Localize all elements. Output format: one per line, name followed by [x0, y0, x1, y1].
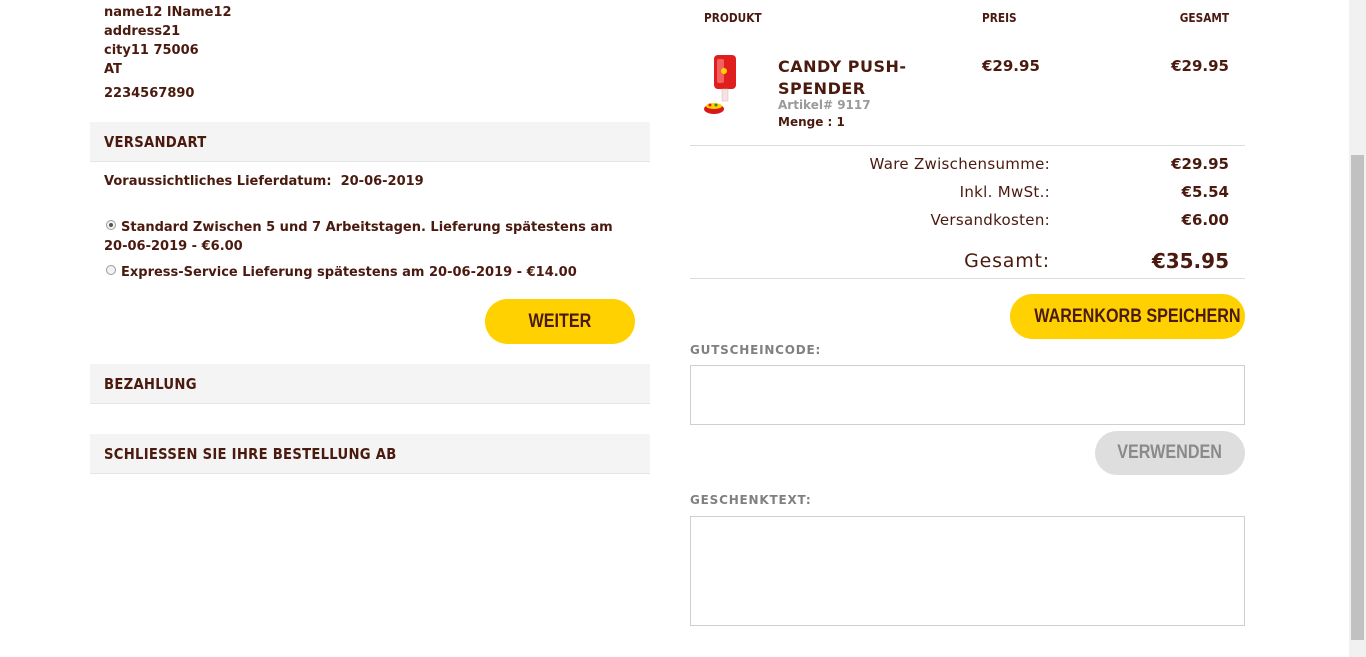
apply-voucher-button[interactable]: VERWENDEN [1095, 431, 1245, 475]
product-quantity: Menge : 1 [778, 115, 845, 129]
shipping-cost-label: Versandkosten: [930, 211, 1050, 229]
vat-label: Inkl. MwSt.: [959, 183, 1050, 201]
delivery-estimate: Voraussichtliches Lieferdatum: 20-06-201… [104, 174, 424, 189]
payment-section-title: BEZAHLUNG [104, 375, 197, 393]
shipping-section-header[interactable]: VERSANDART [90, 122, 650, 162]
subtotal-label: Ware Zwischensumme: [869, 155, 1050, 173]
divider [690, 278, 1245, 279]
page-scrollbar-thumb[interactable] [1351, 155, 1364, 640]
grand-total-label: Gesamt: [964, 250, 1050, 272]
shipping-cost-value: €6.00 [1181, 211, 1229, 229]
payment-section-header[interactable]: BEZAHLUNG [90, 364, 650, 404]
voucher-input[interactable] [690, 365, 1245, 425]
voucher-label: GUTSCHEINCODE: [690, 343, 822, 357]
shipping-express-label[interactable]: Express-Service Lieferung spätestens am … [104, 263, 624, 282]
address-country: AT [104, 62, 122, 77]
divider [690, 145, 1245, 146]
shipping-section-title: VERSANDART [104, 133, 207, 151]
column-header-total: GESAMT [1179, 11, 1229, 25]
save-cart-button[interactable]: WARENKORB SPEICHERN [1010, 294, 1245, 339]
shipping-standard-label[interactable]: Standard Zwischen 5 und 7 Arbeitstagen. … [104, 218, 624, 256]
address-phone: 2234567890 [104, 86, 195, 101]
continue-button[interactable]: WEITER [485, 299, 635, 344]
product-name-line2: SPENDER [778, 79, 866, 98]
vat-value: €5.54 [1181, 183, 1229, 201]
subtotal-value: €29.95 [1171, 155, 1229, 173]
column-header-price: PREIS [982, 11, 1017, 25]
product-line-total: €29.95 [1171, 57, 1229, 75]
gift-text-label: GESCHENKTEXT: [690, 493, 812, 507]
delivery-label: Voraussichtliches Lieferdatum: [104, 174, 332, 189]
candy-push-dispenser-image[interactable] [700, 53, 744, 117]
save-cart-button-label: WARENKORB SPEICHERN [1034, 305, 1241, 327]
product-article-number: Artikel# 9117 [778, 98, 871, 112]
address-city: city11 75006 [104, 43, 199, 58]
complete-order-section-header[interactable]: SCHLIESSEN SIE IHRE BESTELLUNG AB [90, 434, 650, 474]
delivery-date: 20-06-2019 [340, 174, 424, 189]
address-name: name12 lName12 [104, 5, 232, 20]
complete-order-section-title: SCHLIESSEN SIE IHRE BESTELLUNG AB [104, 445, 397, 463]
gift-text-input[interactable] [690, 516, 1245, 626]
continue-button-label: WEITER [528, 310, 592, 332]
product-name[interactable]: CANDY PUSH- SPENDER [778, 56, 907, 100]
address-street: address21 [104, 24, 181, 39]
product-name-line1: CANDY PUSH- [778, 57, 907, 76]
apply-voucher-button-label: VERWENDEN [1117, 442, 1223, 463]
column-header-product: PRODUKT [704, 11, 762, 25]
grand-total-value: €35.95 [1151, 249, 1229, 273]
product-price: €29.95 [982, 57, 1040, 75]
